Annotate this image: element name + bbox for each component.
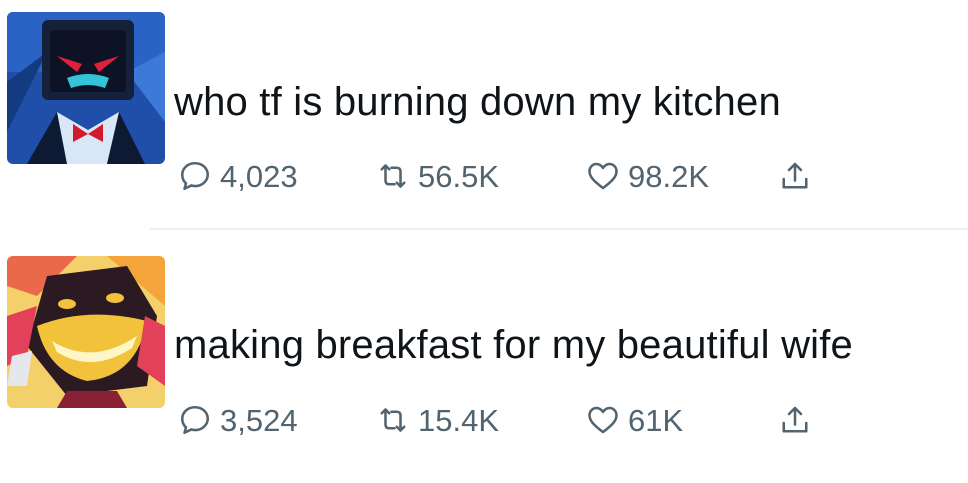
reply-button[interactable]: 4,023 xyxy=(177,156,298,196)
retweet-count: 56.5K xyxy=(418,158,500,194)
reply-count: 4,023 xyxy=(220,158,298,194)
reply-button[interactable]: 3,524 xyxy=(177,400,298,440)
retweet-count: 15.4K xyxy=(418,402,500,438)
retweet-icon xyxy=(380,164,406,188)
avatar[interactable] xyxy=(7,12,165,164)
divider xyxy=(150,228,968,230)
like-count: 61K xyxy=(628,402,684,438)
avatar[interactable] xyxy=(7,256,165,408)
share-button[interactable] xyxy=(777,156,813,196)
retweet-button[interactable]: 56.5K xyxy=(375,156,499,196)
share-icon xyxy=(782,162,808,189)
tweet-text: making breakfast for my beautiful wife xyxy=(174,323,854,367)
like-button[interactable]: 61K xyxy=(585,400,683,440)
like-count: 98.2K xyxy=(628,158,710,194)
like-button[interactable]: 98.2K xyxy=(585,156,709,196)
share-icon xyxy=(782,406,808,433)
tweet[interactable]: who tf is burning down my kitchen 4,023 … xyxy=(0,0,968,228)
tweet[interactable]: making breakfast for my beautiful wife 3… xyxy=(0,232,968,483)
reply-count: 3,524 xyxy=(220,402,298,438)
retweet-button[interactable]: 15.4K xyxy=(375,400,499,440)
like-icon xyxy=(588,406,618,434)
reply-icon xyxy=(180,161,210,191)
share-button[interactable] xyxy=(777,400,813,440)
like-icon xyxy=(588,162,618,190)
tweet-text: who tf is burning down my kitchen xyxy=(174,80,781,124)
retweet-icon xyxy=(380,408,406,432)
reply-icon xyxy=(180,405,210,435)
